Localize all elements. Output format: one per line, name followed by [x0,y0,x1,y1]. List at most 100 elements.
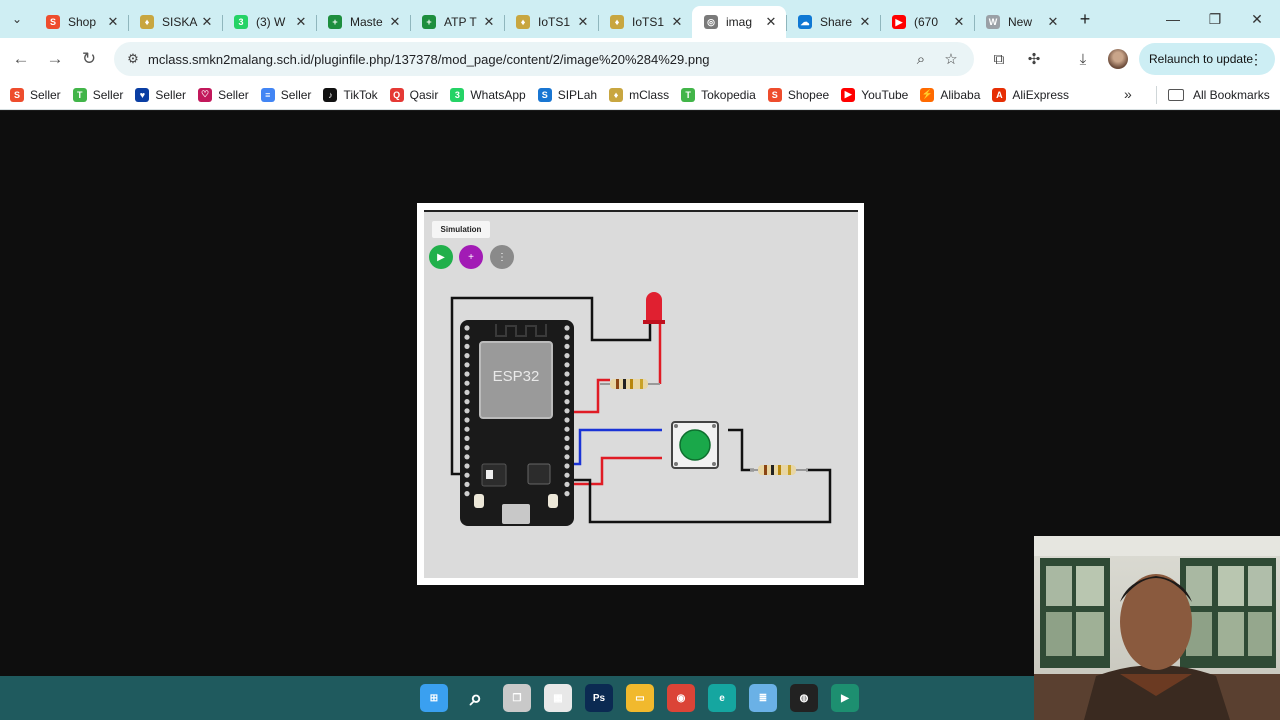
tab-close-icon[interactable]: ✕ [106,14,120,30]
green-push-button [671,421,719,469]
tab-close-icon[interactable]: ✕ [200,14,214,30]
download-icon[interactable]: ⤓ [1069,46,1097,72]
task-view-icon[interactable]: ❐ [503,684,531,712]
back-arrow-icon[interactable]: ← [4,42,38,76]
forward-arrow-icon[interactable]: → [38,42,72,76]
bookmark-7[interactable]: 3 WhatsApp [450,82,526,108]
tab-close-icon[interactable]: ✕ [576,14,590,30]
bookmark-4[interactable]: ≡ Seller [260,82,311,108]
esp32-pin [464,491,470,497]
profile-avatar[interactable] [1108,49,1128,69]
chrome-icon[interactable]: ◉ [667,684,695,712]
tab-1[interactable]: ♦ SISKA ✕ [128,6,222,38]
bookmark-1[interactable]: T Seller [72,82,123,108]
docs-icon: ≡ [260,87,275,102]
tab-8[interactable]: ☁ Share ✕ [786,6,880,38]
photoshop-icon[interactable]: Ps [585,684,613,712]
tab-close-icon[interactable]: ✕ [1046,14,1060,30]
esp32-pin [564,454,570,460]
tab-4[interactable]: + ATP T ✕ [410,6,504,38]
esp32-pin [564,472,570,478]
aliexpress-icon: A [992,87,1007,102]
bookmark-13[interactable]: ⚡ Alibaba [920,82,980,108]
black-wire-pulldown [728,428,754,472]
red-led [643,292,665,324]
bookmark-6[interactable]: Q Qasir [389,82,438,108]
obs-icon[interactable]: ◍ [790,684,818,712]
all-bookmarks-button[interactable]: All Bookmarks [1168,80,1270,110]
tab-close-icon[interactable]: ✕ [764,14,778,30]
tab-7[interactable]: ◎ imag ✕ [692,6,786,38]
all-bookmarks-label: All Bookmarks [1193,88,1270,102]
tab-close-icon[interactable]: ✕ [294,14,308,30]
reload-icon[interactable]: ↻ [72,42,106,76]
esp32-pin [464,389,470,395]
tab-2[interactable]: 3 (3) W ✕ [222,6,316,38]
alibaba-icon: ⚡ [920,87,935,102]
tab-3[interactable]: + Maste ✕ [316,6,410,38]
tab-0[interactable]: S Shop ✕ [34,6,128,38]
media-app-icon[interactable]: ▶ [831,684,859,712]
bookmark-3[interactable]: ♡ Seller [198,82,249,108]
bookmark-0[interactable]: S Seller [10,82,61,108]
globe-icon: ◎ [704,15,718,29]
cast-icon[interactable]: ⧉ [985,46,1013,72]
widgets-icon[interactable]: ▦ [544,684,572,712]
bookmark-9[interactable]: ♦ mClass [609,82,669,108]
esp32-chip-label: ESP32 [493,368,540,385]
esp32-pin [464,426,470,432]
relaunch-to-update-button[interactable]: Relaunch to update ⋮ [1139,43,1275,75]
tokopedia-icon: T [72,87,87,102]
siplah-icon: S [537,87,552,102]
tab-close-icon[interactable]: ✕ [952,14,966,30]
edge-icon[interactable]: e [708,684,736,712]
black-wire-ground [570,468,832,524]
tab-close-icon[interactable]: ✕ [858,14,872,30]
tab-strip: ⌄ S Shop ✕ ♦ SISKA ✕ 3 (3) W ✕ + Maste ✕ + ATP T ✕ ♦ IoT… [0,0,1280,38]
esp32-pin [464,380,470,386]
minimize-icon[interactable]: — [1152,0,1194,38]
url-text[interactable]: mclass.smkn2malang.sch.id/pluginfile.php… [148,52,906,67]
tab-close-icon[interactable]: ✕ [670,14,684,30]
new-tab-plus-icon[interactable]: + [1068,9,1102,30]
esp32-pin [464,334,470,340]
tab-5[interactable]: ♦ IoTS1 ✕ [504,6,598,38]
tab-9[interactable]: ▶ (670 ✕ [880,6,974,38]
presenter-video-image [1034,536,1280,720]
relaunch-label: Relaunch to update [1149,52,1254,66]
bookmark-11[interactable]: S Shopee [767,82,829,108]
bookmark-10[interactable]: T Tokopedia [681,82,756,108]
windows-taskbar: ⊞ ⌕ ❐ ▦ Ps ▭ ◉ e ≣ ◍ ▶ [0,676,1034,720]
w-icon: W [986,15,1000,29]
bookmark-14[interactable]: A AliExpress [992,82,1069,108]
esp32-pin [564,343,570,349]
tab-search-chevron-icon[interactable]: ⌄ [0,0,34,38]
window-close-icon[interactable]: ✕ [1236,0,1278,38]
qasir-icon: Q [389,87,404,102]
bookmark-5[interactable]: ♪ TikTok [323,82,378,108]
restore-icon[interactable]: ❐ [1194,0,1236,38]
esp32-pin [464,481,470,487]
esp32-board: ESP32 [460,320,574,526]
browser-toolbar: ← → ↻ ⚙ mclass.smkn2malang.sch.id/plugin… [0,38,1280,80]
more-bookmarks-chevron-icon[interactable]: » [1124,86,1132,102]
tab-close-icon[interactable]: ✕ [482,14,496,30]
site-settings-icon[interactable]: ⚙ [118,51,148,67]
esp32-pin [564,371,570,377]
tab-close-icon[interactable]: ✕ [388,14,402,30]
bookmark-2[interactable]: ♥ Seller [135,82,186,108]
tab-10[interactable]: W New ✕ [974,6,1068,38]
zoom-icon[interactable]: ⌕ [906,51,936,68]
bookmark-8[interactable]: S SIPLah [537,82,597,108]
extensions-puzzle-icon[interactable]: ✣ [1020,46,1048,72]
bookmark-12[interactable]: ▶ YouTube [841,82,908,108]
search-icon[interactable]: ⌕ [462,684,490,712]
esp32-pin [564,408,570,414]
address-bar[interactable]: ⚙ mclass.smkn2malang.sch.id/pluginfile.p… [114,42,974,76]
windows-start-icon[interactable]: ⊞ [420,684,448,712]
bookmark-label: Tokopedia [701,87,756,102]
tab-6[interactable]: ♦ IoTS1 ✕ [598,6,692,38]
bookmark-star-icon[interactable]: ☆ [936,50,966,68]
file-explorer-icon[interactable]: ▭ [626,684,654,712]
notepad-icon[interactable]: ≣ [749,684,777,712]
